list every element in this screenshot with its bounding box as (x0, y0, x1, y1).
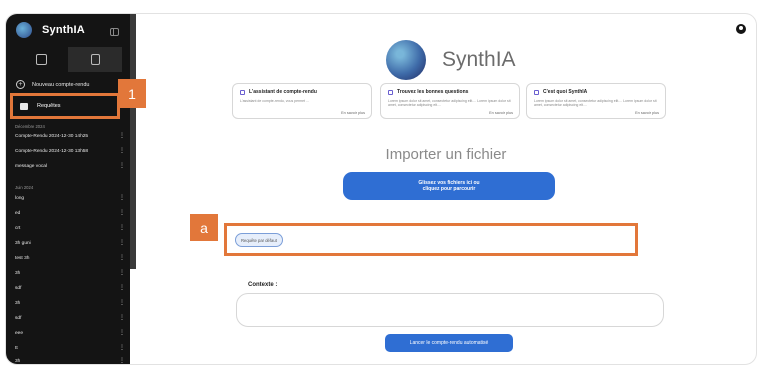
history-item[interactable]: message vocal ⋮ (15, 163, 125, 169)
requetes-label: Requêtes (37, 103, 61, 109)
history-item[interactable]: sdf ⋮ (15, 315, 125, 321)
card-title: Trouvez les bonnes questions (397, 89, 469, 95)
sidebar-item-requetes[interactable]: Requêtes (10, 93, 120, 119)
app-window: SynthIA + Nouveau compte-rendu Requêtes … (5, 13, 757, 365)
more-icon[interactable]: ⋮ (119, 285, 125, 291)
history-item[interactable]: eee ⋮ (15, 330, 125, 336)
synthia-logo-icon (16, 22, 32, 38)
card-title: L'assistant de compte-rendu (249, 89, 317, 95)
info-card[interactable]: L'assistant de compte-rendu L'assistant … (232, 83, 372, 119)
more-icon[interactable]: ⋮ (119, 148, 125, 154)
history-item[interactable]: crt ⋮ (15, 225, 125, 231)
new-report-button[interactable]: + Nouveau compte-rendu (16, 80, 89, 89)
callout-badge-1: 1 (118, 79, 146, 108)
history-item[interactable]: 3h ⋮ (15, 358, 125, 364)
hero: SynthIA (386, 40, 516, 80)
info-card[interactable]: Trouvez les bonnes questions Lorem ipsum… (380, 83, 520, 119)
more-icon[interactable]: ⋮ (119, 255, 125, 261)
history-item-label: test 3h (15, 256, 30, 261)
learn-more-link[interactable]: En savoir plus (489, 111, 513, 115)
card-text: Lorem ipsum dolor sit amet, consectetur … (388, 99, 511, 108)
context-label: Contexte : (248, 282, 278, 288)
history-item-label: 3h (15, 359, 21, 364)
more-icon[interactable]: ⋮ (119, 240, 125, 246)
history-item-label: Compte-Rendu 2024-12-30 13h58 (15, 149, 89, 154)
history-item[interactable]: sdf ⋮ (15, 285, 125, 291)
history-item-label: Compte-Rendu 2024-12-30 14h25 (15, 134, 89, 139)
card-icon (534, 89, 539, 95)
history-item[interactable]: Compte-Rendu 2024-12-30 14h25 ⋮ (15, 133, 125, 139)
card-icon (388, 89, 393, 95)
tab-chat[interactable] (14, 47, 68, 72)
default-request-chip[interactable]: Requête par défaut (235, 233, 283, 247)
history-item-label: 3h (15, 271, 21, 276)
new-report-label: Nouveau compte-rendu (32, 81, 90, 88)
more-icon[interactable]: ⋮ (119, 195, 125, 201)
plus-icon: + (16, 80, 25, 89)
history-item[interactable]: test 3h ⋮ (15, 255, 125, 261)
history-item[interactable]: 3h ⋮ (15, 270, 125, 276)
history-item-label: message vocal (15, 164, 47, 169)
history-item[interactable]: Compte-Rendu 2024-12-30 13h58 ⋮ (15, 148, 125, 154)
more-icon[interactable]: ⋮ (119, 300, 125, 306)
import-title: Importer un fichier (385, 146, 507, 163)
brain-logo-icon (386, 40, 426, 80)
more-icon[interactable]: ⋮ (119, 330, 125, 336)
view-switcher (14, 47, 122, 72)
document-icon (90, 54, 100, 65)
callout-badge-a: a (190, 214, 218, 241)
more-icon[interactable]: ⋮ (119, 315, 125, 321)
history-item-label: eee (15, 331, 24, 336)
collapse-sidebar-icon[interactable] (110, 28, 119, 36)
context-input[interactable] (236, 293, 664, 327)
more-icon[interactable]: ⋮ (119, 358, 125, 364)
file-dropzone[interactable]: Glissez vos fichiers ici ou cliquez pour… (343, 172, 555, 200)
history-item-label: 3h guni (15, 241, 31, 246)
card-text: Lorem ipsum dolor sit amet, consectetur … (534, 99, 657, 108)
history-item-label: sdf (15, 316, 22, 321)
launch-report-button[interactable]: Lancer le compte-rendu automatisé (385, 334, 513, 352)
brand: SynthIA (16, 22, 85, 38)
chat-icon (35, 54, 47, 65)
brand-name: SynthIA (42, 24, 85, 36)
dropzone-line-2: cliquez pour parcourir (422, 186, 476, 192)
history-item-label: long (15, 196, 25, 201)
history-item-label: 3h (15, 301, 21, 306)
history-item[interactable]: tt ⋮ (15, 345, 125, 351)
more-icon[interactable]: ⋮ (119, 133, 125, 139)
tab-documents[interactable] (68, 47, 122, 72)
learn-more-link[interactable]: En savoir plus (635, 111, 659, 115)
hero-title: SynthIA (442, 48, 516, 71)
history-item-label: tt (15, 346, 18, 351)
user-avatar-icon[interactable] (736, 24, 746, 34)
history-item[interactable]: 3h guni ⋮ (15, 240, 125, 246)
more-icon[interactable]: ⋮ (119, 225, 125, 231)
learn-more-link[interactable]: En savoir plus (341, 111, 365, 115)
history-item-label: ed (15, 211, 21, 216)
history-item[interactable]: long ⋮ (15, 195, 125, 201)
main-content: SynthIA L'assistant de compte-rendu L'as… (136, 14, 756, 364)
info-card[interactable]: C'est quoi SynthIA Lorem ipsum dolor sit… (526, 83, 666, 119)
more-icon[interactable]: ⋮ (119, 210, 125, 216)
history-item[interactable]: ed ⋮ (15, 210, 125, 216)
section-june: Juin 2024 (15, 185, 34, 190)
card-text: L'assistant de compte-rendu, vous permet… (240, 99, 309, 103)
edit-icon (20, 102, 28, 110)
card-icon (240, 89, 245, 95)
request-selector: Requête par défaut (224, 223, 638, 256)
history-item-label: sdf (15, 286, 22, 291)
sidebar: SynthIA + Nouveau compte-rendu Requêtes … (6, 14, 130, 364)
card-title: C'est quoi SynthIA (543, 89, 588, 95)
section-december: Décembre 2024 (15, 124, 45, 129)
more-icon[interactable]: ⋮ (119, 345, 125, 351)
more-icon[interactable]: ⋮ (119, 270, 125, 276)
history-item[interactable]: 3h ⋮ (15, 300, 125, 306)
more-icon[interactable]: ⋮ (119, 163, 125, 169)
history-item-label: crt (15, 226, 21, 231)
